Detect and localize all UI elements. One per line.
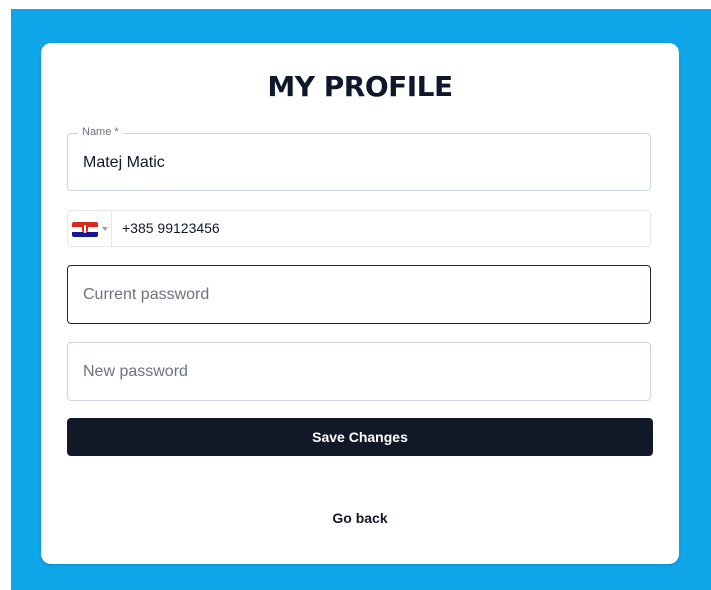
go-back-link[interactable]: Go back: [0, 510, 711, 526]
current-password-placeholder: Current password: [83, 286, 210, 303]
new-password-placeholder: New password: [83, 363, 188, 380]
page-title: MY PROFILE: [267, 70, 453, 103]
croatia-flag-icon: [72, 222, 98, 237]
name-field-value[interactable]: Matej Matic: [83, 154, 165, 172]
new-password-field[interactable]: New password: [67, 342, 651, 401]
country-selector[interactable]: [68, 211, 112, 246]
chevron-down-icon: [102, 227, 108, 231]
name-field[interactable]: Name * Matej Matic: [67, 126, 651, 191]
name-field-label: Name *: [78, 126, 123, 138]
current-password-field[interactable]: Current password: [67, 265, 651, 324]
phone-input[interactable]: +385 99123456: [122, 220, 220, 236]
save-changes-button[interactable]: Save Changes: [67, 418, 653, 456]
phone-field[interactable]: +385 99123456: [67, 210, 651, 247]
